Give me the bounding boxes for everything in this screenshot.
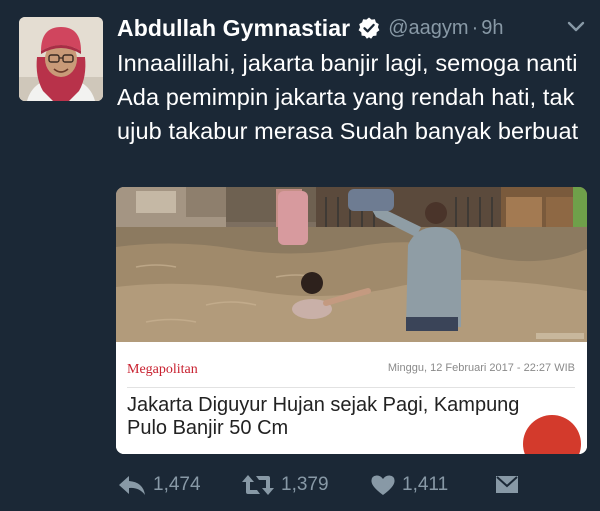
like-count: 1,411 <box>402 474 449 495</box>
card-date: Minggu, 12 Februari 2017 - 22:27 WIB <box>387 362 575 374</box>
flood-photo <box>116 187 587 342</box>
direct-message-button[interactable] <box>495 470 519 500</box>
tweet-text: Innaalillahi, jakarta banjir lagi, semog… <box>117 50 579 144</box>
retweet-icon <box>242 475 274 495</box>
card-divider <box>127 387 575 388</box>
author-name[interactable]: Abdullah Gymnastiar <box>117 15 350 42</box>
chevron-down-icon[interactable] <box>566 20 586 34</box>
retweet-count: 1,379 <box>281 474 329 495</box>
tweet-timestamp[interactable]: 9h <box>481 17 503 40</box>
like-button[interactable]: 1,411 <box>370 470 448 500</box>
tweet: Abdullah Gymnastiar @aagym · 9h Innaalil… <box>0 0 600 511</box>
card-body: Megapolitan Minggu, 12 Februari 2017 - 2… <box>116 342 587 454</box>
heart-icon <box>371 475 395 495</box>
avatar[interactable] <box>19 17 103 101</box>
card-title[interactable]: Jakarta Diguyur Hujan sejak Pagi, Kampun… <box>127 394 557 440</box>
separator-dot: · <box>471 16 479 39</box>
link-card[interactable]: Megapolitan Minggu, 12 Februari 2017 - 2… <box>116 187 587 454</box>
card-category: Megapolitan <box>127 362 198 377</box>
action-bar: 1,474 1,379 1,411 <box>117 470 587 500</box>
tweet-header: Abdullah Gymnastiar @aagym · 9h <box>117 12 504 44</box>
avatar-image <box>19 17 103 101</box>
author-handle[interactable]: @aagym <box>388 17 468 40</box>
direct-message-icon <box>496 476 518 493</box>
reply-icon <box>119 476 145 495</box>
reply-button[interactable]: 1,474 <box>117 470 201 500</box>
retweet-button[interactable]: 1,379 <box>241 470 329 500</box>
reply-count: 1,474 <box>153 474 201 495</box>
verified-badge-icon <box>358 17 380 39</box>
